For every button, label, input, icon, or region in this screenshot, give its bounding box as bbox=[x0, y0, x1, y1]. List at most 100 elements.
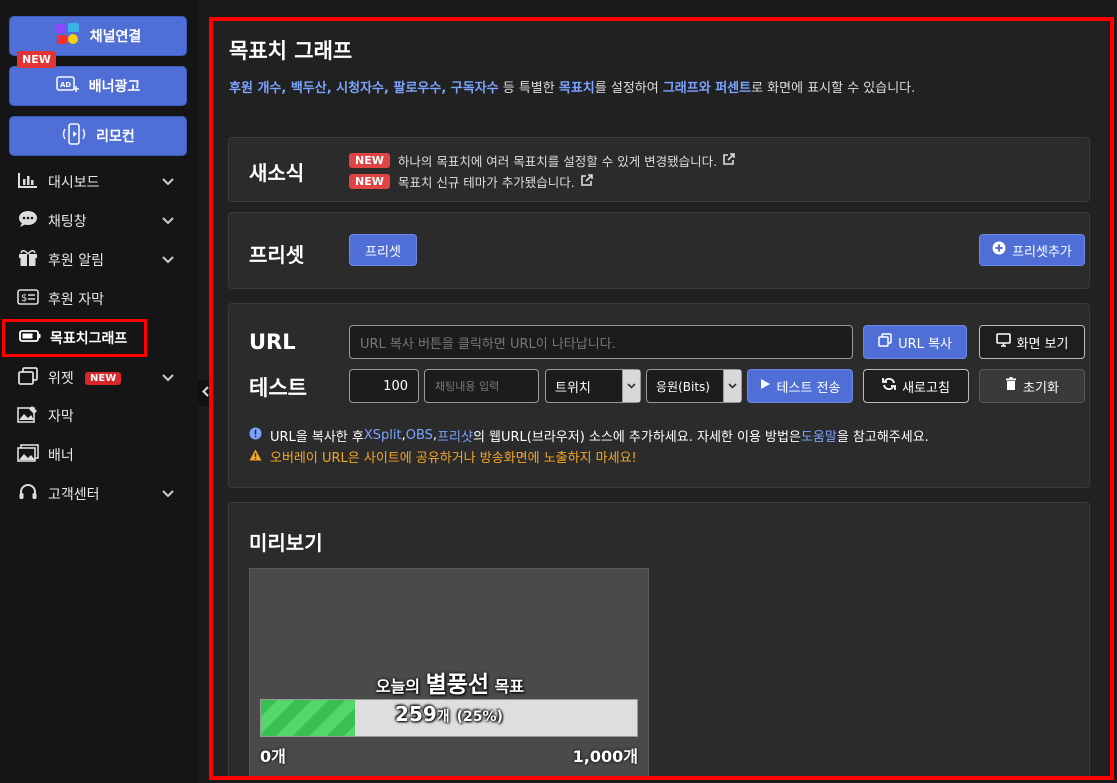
sidebar-item-caption[interactable]: 자막 bbox=[0, 397, 198, 435]
preset-button-label: 프리셋 bbox=[365, 244, 401, 260]
sidebar-item-label: 고객센터 bbox=[48, 487, 100, 503]
gift-icon bbox=[17, 249, 39, 271]
new-badge: NEW bbox=[17, 51, 56, 68]
sidebar-item-chat[interactable]: 채팅창 bbox=[0, 202, 198, 240]
copy-icon bbox=[878, 333, 892, 351]
goal-current: 259 bbox=[395, 702, 437, 726]
info-text: 을 참고해주세요. bbox=[836, 430, 929, 445]
sidebar-item-goal-graph[interactable]: 목표치그래프 bbox=[2, 319, 147, 357]
ad-plus-icon: AD bbox=[55, 75, 80, 97]
play-icon bbox=[760, 378, 771, 394]
chevron-down-icon bbox=[162, 214, 174, 228]
banner-ad-label: 배너광고 bbox=[88, 79, 141, 95]
desc-text: 를 설정하여 bbox=[594, 81, 663, 96]
obs-link[interactable]: OBS bbox=[406, 428, 433, 443]
reset-button[interactable]: 초기화 bbox=[979, 369, 1085, 403]
goal-name: 별풍선 bbox=[425, 672, 490, 698]
news-item[interactable]: NEW 목표치 신규 테마가 추가됐습니다. bbox=[349, 172, 593, 191]
news-item-text: 목표치 신규 테마가 추가됐습니다. bbox=[397, 175, 575, 190]
banner-ad-button[interactable]: AD 배너광고 bbox=[9, 66, 187, 106]
chevron-left-icon bbox=[201, 386, 209, 400]
goal-progress-text: 259개 (25%) bbox=[261, 702, 637, 726]
sidebar-item-donation-alert[interactable]: 후원 알림 bbox=[0, 241, 198, 279]
external-link-icon bbox=[723, 153, 735, 168]
preview-canvas: 오늘의 별풍선 목표 259개 (25%) 0개 1,000개 bbox=[249, 568, 650, 776]
platform-select[interactable]: 트위치 bbox=[545, 369, 641, 403]
url-label: URL bbox=[249, 330, 296, 354]
url-copy-label: URL 복사 bbox=[898, 336, 952, 352]
sidebar: 채널연결 NEW AD 배너광고 리모컨 대시보드 채팅창 후원 알림 $ 후원… bbox=[0, 0, 198, 783]
news-item[interactable]: NEW 하나의 목표치에 여러 목표치를 설정할 수 있게 변경됐습니다. bbox=[349, 151, 735, 170]
help-link[interactable]: 도움말 bbox=[801, 426, 837, 445]
preset-button[interactable]: 프리셋 bbox=[349, 234, 417, 266]
sidebar-item-label: 목표치그래프 bbox=[50, 331, 128, 347]
remote-icon bbox=[61, 123, 87, 149]
chevron-down-icon bbox=[162, 371, 174, 385]
chat-input[interactable]: 채팅내용 입력 bbox=[424, 369, 539, 403]
new-badge: NEW bbox=[349, 153, 390, 168]
sidebar-item-label: 후원 알림 bbox=[48, 253, 104, 269]
new-badge: NEW bbox=[349, 174, 390, 189]
warning-message: 오버레이 URL은 사이트에 공유하거나 방송화면에 노출하지 마세요! bbox=[249, 447, 637, 466]
type-select[interactable]: 응원(Bits) bbox=[646, 369, 742, 403]
amount-input[interactable]: 100 bbox=[349, 369, 419, 403]
desc-highlight: 그래프와 퍼센트 bbox=[662, 81, 752, 96]
sidebar-item-banner[interactable]: 배너 bbox=[0, 436, 198, 474]
test-send-button[interactable]: 테스트 전송 bbox=[747, 369, 853, 403]
main-content: 목표치 그래프 후원 개수, 백두산, 시청자수, 팔로우수, 구독자수 등 특… bbox=[209, 17, 1114, 780]
sidebar-item-label: 위젯 bbox=[48, 371, 74, 387]
refresh-button[interactable]: 새로고침 bbox=[863, 369, 969, 403]
prism-link[interactable]: 프리샷 bbox=[437, 426, 473, 445]
goal-max-label: 1,000개 bbox=[572, 747, 638, 766]
channel-icons-icon bbox=[55, 22, 81, 50]
sidebar-item-label: 자막 bbox=[48, 409, 74, 425]
goal-percent: (25%) bbox=[456, 709, 503, 725]
news-card: 새소식 NEW 하나의 목표치에 여러 목표치를 설정할 수 있게 변경됐습니다… bbox=[228, 137, 1090, 202]
channel-connect-label: 채널연결 bbox=[89, 29, 142, 45]
goal-unit: 개 bbox=[436, 709, 450, 725]
headset-icon bbox=[17, 483, 39, 505]
add-preset-button[interactable]: 프리셋추가 bbox=[979, 234, 1085, 266]
url-test-card: URL URL 복사 버튼을 클릭하면 URL이 나타납니다. URL 복사 화… bbox=[228, 303, 1090, 488]
goal-title: 오늘의 별풍선 목표 bbox=[250, 665, 650, 699]
page-description: 후원 개수, 백두산, 시청자수, 팔로우수, 구독자수 등 특별한 목표치를 … bbox=[229, 77, 915, 96]
info-text: 의 웹URL(브라우저) 소스에 추가하세요. 자세한 이용 방법은 bbox=[472, 430, 801, 445]
channel-connect-button[interactable]: 채널연결 bbox=[9, 16, 187, 56]
monitor-icon bbox=[995, 333, 1011, 351]
view-screen-button[interactable]: 화면 보기 bbox=[979, 325, 1085, 359]
sidebar-item-label: 배너 bbox=[48, 448, 74, 464]
goal-prefix: 오늘의 bbox=[375, 677, 421, 696]
dollar-caption-icon: $ bbox=[17, 289, 39, 309]
page-title: 목표치 그래프 bbox=[229, 39, 353, 63]
preview-card: 미리보기 오늘의 별풍선 목표 259개 (25%) 0개 1,000개 bbox=[228, 502, 1090, 776]
refresh-icon bbox=[882, 377, 896, 395]
chevron-down-icon bbox=[162, 175, 174, 189]
preset-card: 프리셋 프리셋 프리셋추가 bbox=[228, 212, 1090, 289]
sidebar-item-donation-caption[interactable]: $ 후원 자막 bbox=[0, 280, 198, 318]
desc-highlight: 후원 개수, 백두산, 시청자수, 팔로우수, 구독자수 bbox=[229, 81, 499, 96]
external-link-icon bbox=[580, 174, 593, 189]
xsplit-link[interactable]: XSplit bbox=[364, 428, 402, 443]
goal-suffix: 목표 bbox=[494, 677, 525, 696]
battery-icon bbox=[19, 329, 41, 347]
preview-title: 미리보기 bbox=[249, 531, 323, 555]
remote-button[interactable]: 리모컨 bbox=[9, 116, 187, 156]
sidebar-item-widget[interactable]: 위젯 NEW bbox=[0, 359, 198, 397]
sidebar-item-label: 채팅창 bbox=[48, 214, 87, 230]
chat-icon bbox=[17, 210, 39, 232]
sidebar-item-dashboard[interactable]: 대시보드 bbox=[0, 163, 198, 201]
url-field[interactable]: URL 복사 버튼을 클릭하면 URL이 나타납니다. bbox=[349, 325, 853, 359]
url-copy-button[interactable]: URL 복사 bbox=[863, 325, 967, 359]
news-title: 새소식 bbox=[249, 161, 305, 185]
news-item-text: 하나의 목표치에 여러 목표치를 설정할 수 있게 변경됐습니다. bbox=[397, 154, 718, 169]
platform-select-value: 트위치 bbox=[555, 380, 591, 396]
test-label: 테스트 bbox=[249, 376, 307, 400]
chart-icon bbox=[17, 172, 39, 192]
info-message: URL을 복사한 후 XSplit, OBS, 프리샷 의 웹URL(브라우저) … bbox=[249, 426, 929, 445]
svg-text:AD: AD bbox=[60, 81, 71, 89]
sidebar-item-customer-center[interactable]: 고객센터 bbox=[0, 475, 198, 513]
info-text: URL을 복사한 후 bbox=[270, 430, 364, 445]
reset-label: 초기화 bbox=[1023, 380, 1059, 396]
plus-circle-icon bbox=[992, 241, 1006, 259]
widget-icon bbox=[17, 367, 39, 389]
